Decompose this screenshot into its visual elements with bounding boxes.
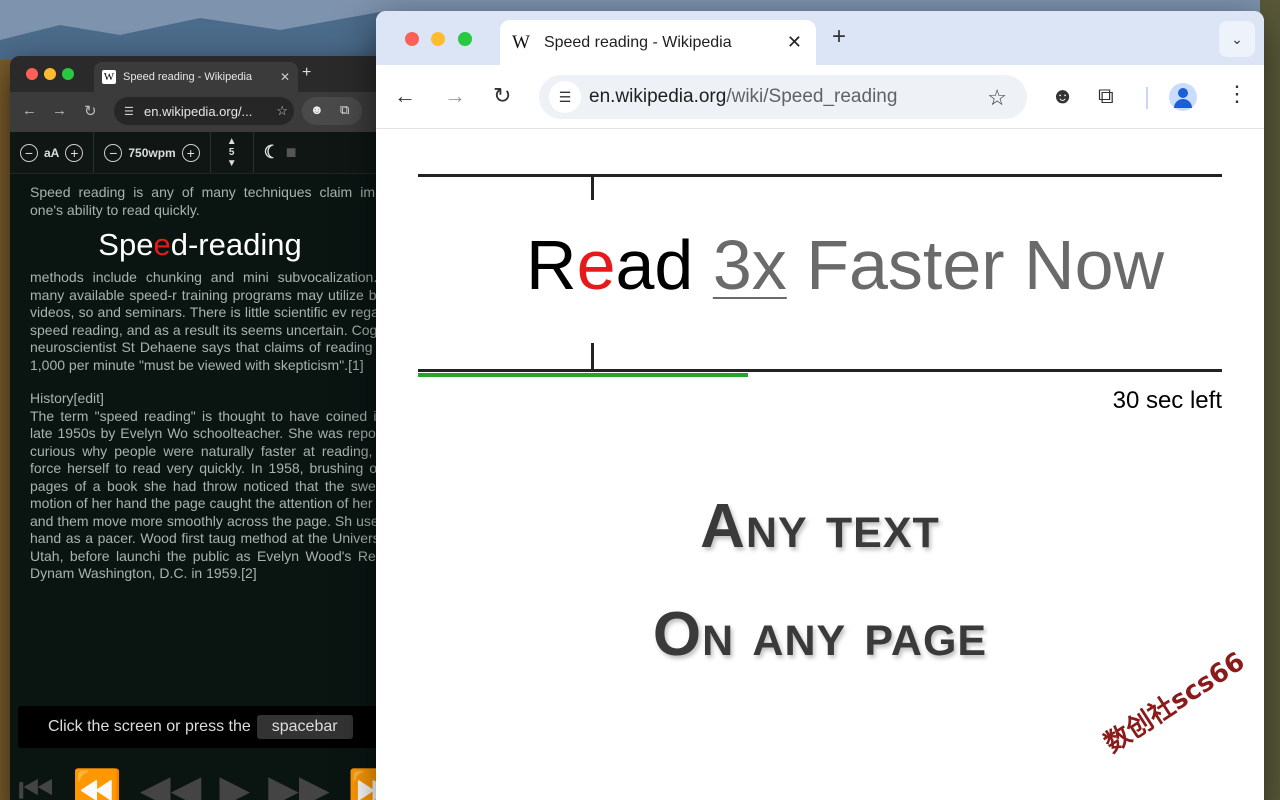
start-hint-text: Click the screen or press the [48,718,251,735]
back-extensions-group: ☻ ⧉ [302,97,362,125]
reader-extension-icon[interactable]: ☻ [1051,83,1074,109]
front-toolbar: ← → ↻ ☰ en.wikipedia.org/wiki/Speed_read… [376,65,1264,129]
front-titlebar: W Speed reading - Wikipedia ✕ + ⌄ [376,11,1264,65]
article-paragraph-1: methods include chunking and mini subvoc… [30,269,410,373]
profile-avatar-icon[interactable] [1169,83,1197,111]
close-tab-icon[interactable]: ✕ [787,32,802,53]
chunk-size-value: 5 [228,147,235,158]
rsvp-top-rule [418,174,1222,177]
article-paragraph-2: The term "speed reading" is thought to h… [30,407,410,582]
back-toolbar: ← → ↻ ☰ en.wikipedia.org/... ☆ ☻ ⧉ [10,92,430,132]
front-tab-title: Speed reading - Wikipedia [543,33,732,51]
back-icon[interactable]: ← [394,83,416,109]
reader-controls-bar: − aA + − 750wpm + ▲ 5 ▼ ☾ ■ [10,132,430,174]
article-intro: Speed reading is any of many techniques … [30,184,410,218]
back-browser-window: W Speed reading - Wikipedia ✕ + ← → ↻ ☰ … [10,56,430,800]
back-titlebar: W Speed reading - Wikipedia ✕ + [10,56,430,92]
current-word-post: ad [615,226,694,304]
site-info-icon[interactable]: ☰ [124,105,134,118]
menu-kebab-icon[interactable]: ⋮ [1226,83,1248,105]
back-tab[interactable]: W Speed reading - Wikipedia ✕ [94,62,298,92]
speed-reader-page[interactable]: Read 3x Faster Now 30 sec left Any text … [376,129,1264,800]
close-tab-icon[interactable]: ✕ [280,70,290,84]
front-tab[interactable]: W Speed reading - Wikipedia ✕ [500,20,816,65]
reading-progress-bar [418,373,748,377]
reload-icon[interactable]: ↻ [493,83,511,109]
url-host: en.wikipedia.org [589,86,727,107]
bookmark-star-icon[interactable]: ☆ [987,85,1007,111]
step-forward-icon[interactable]: ▶▶ [268,767,330,800]
increase-speed-icon[interactable]: + [181,143,200,162]
new-tab-icon[interactable]: + [302,64,311,82]
speed-control: − 750wpm + [94,132,211,173]
extensions-puzzle-icon[interactable]: ⧉ [1098,83,1114,109]
reader-overlay[interactable]: − aA + − 750wpm + ▲ 5 ▼ ☾ ■ Speed readin… [10,132,430,800]
rewind-icon[interactable]: ⏪ [72,767,122,800]
back-tab-title: Speed reading - Wikipedia [123,71,253,83]
upcoming-words: Faster Now [806,226,1165,304]
site-info-icon[interactable]: ☰ [549,81,581,113]
zoom-window-button[interactable] [62,68,74,80]
focus-tick-bottom [591,343,594,369]
current-word-pre: R [526,226,577,304]
promo-line-2: On any page [652,600,988,669]
new-tab-icon[interactable]: + [832,23,846,51]
spacebar-key: spacebar [256,715,353,739]
theme-control: ☾ ■ [254,132,307,173]
minimize-window-button[interactable] [44,68,56,80]
chunk-up-icon[interactable]: ▲ [227,136,237,147]
increase-font-icon[interactable]: + [65,143,84,162]
rsvp-display: Read 3x Faster Now [526,217,1164,313]
toolbar-divider [1146,87,1148,109]
focus-tick-top [591,174,594,200]
minimize-window-button[interactable] [431,32,445,46]
theme-swatch-icon[interactable]: ■ [286,142,297,163]
back-url-text: en.wikipedia.org/... [144,103,253,119]
history-heading: History[edit] [30,390,104,406]
chunk-down-icon[interactable]: ▼ [227,158,237,169]
address-bar[interactable]: ☰ en.wikipedia.org/wiki/Speed_reading ☆ [539,75,1027,119]
moon-icon[interactable]: ☾ [264,142,280,163]
current-word-orp: e [576,226,616,304]
close-window-button[interactable] [26,68,38,80]
upcoming-word-underlined: 3x [712,226,787,304]
chunk-size-control[interactable]: ▲ 5 ▼ [211,132,254,173]
decrease-speed-icon[interactable]: − [104,143,123,162]
step-back-icon[interactable]: ◀◀ [140,767,202,800]
url-path: /wiki/Speed_reading [726,86,898,107]
forward-icon[interactable]: → [444,83,466,109]
playback-controls: ⏮ ⏪ ◀◀ ▶ ▶▶ ⏩ [10,760,430,800]
forward-icon[interactable]: → [52,102,67,119]
rsvp-heading-word: Speed-reading [98,227,302,262]
play-icon[interactable]: ▶ [219,767,250,800]
reload-icon[interactable]: ↻ [84,102,97,120]
back-icon[interactable]: ← [22,102,37,119]
back-address-bar[interactable]: ☰ en.wikipedia.org/... ☆ [114,97,294,125]
wikipedia-favicon-icon: W [512,31,530,53]
bookmark-star-icon[interactable]: ☆ [276,103,288,119]
time-left-label: 30 sec left [1112,387,1222,414]
skip-to-start-icon[interactable]: ⏮ [18,768,54,800]
promo-line-1: Any text [700,492,940,561]
tab-search-icon[interactable]: ⌄ [1219,21,1255,57]
decrease-font-icon[interactable]: − [20,143,38,162]
front-browser-window: W Speed reading - Wikipedia ✕ + ⌄ ← → ↻ … [376,11,1264,800]
speed-label: 750wpm [128,145,176,160]
wikipedia-favicon-icon: W [102,70,116,84]
article-text: Speed reading is any of many techniques … [10,174,430,593]
reader-extension-icon[interactable]: ☻ [310,102,324,117]
rsvp-bottom-rule [418,369,1222,372]
zoom-window-button[interactable] [458,32,472,46]
font-size-control: − aA + [10,132,95,173]
extensions-puzzle-icon[interactable]: ⧉ [340,102,349,118]
close-window-button[interactable] [405,32,419,46]
font-size-label: aA [44,145,60,160]
start-hint-bar[interactable]: Click the screen or press the spacebar [18,706,418,748]
